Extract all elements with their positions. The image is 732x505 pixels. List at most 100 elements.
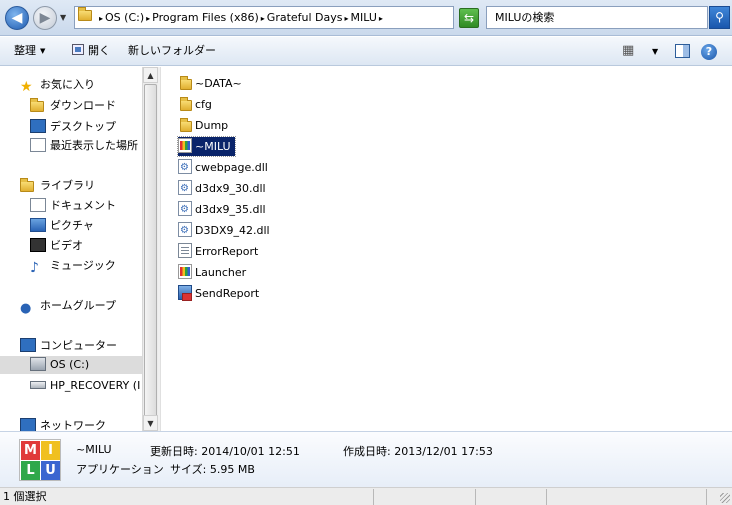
breadcrumb-separator-icon[interactable]: ▸: [99, 14, 103, 23]
nav-label: ダウンロード: [50, 99, 116, 112]
resize-grip[interactable]: [720, 493, 730, 503]
detail-type: アプリケーション: [76, 463, 164, 476]
address-bar: ◀ ▶ ▼ ▸ OS (C:) ▸ Program Files (x86) ▸ Grate…: [0, 0, 732, 36]
nav-scrollbar[interactable]: ▲ ▼: [142, 67, 158, 431]
nav-recent-places[interactable]: 最近表示した場所: [30, 137, 138, 155]
details-pane: MILU ~MILU アプリケーション 更新日時: 2014/10/01 12:…: [0, 431, 732, 487]
text-file-icon: [178, 243, 192, 258]
nav-music[interactable]: ♪ ミュージック: [30, 257, 116, 275]
preview-pane-icon[interactable]: [675, 44, 690, 58]
nav-label: HP_RECOVERY (I: [50, 379, 141, 392]
back-button[interactable]: ◀: [5, 6, 29, 30]
file-item[interactable]: ErrorReport: [178, 242, 258, 261]
help-icon[interactable]: ?: [701, 44, 717, 60]
size-label: サイズ:: [170, 463, 207, 476]
detail-modified: 更新日時: 2014/10/01 12:51: [150, 443, 300, 459]
scroll-thumb[interactable]: [144, 84, 157, 422]
file-item[interactable]: cwebpage.dll: [178, 158, 268, 177]
pictures-icon: [30, 218, 46, 232]
refresh-button[interactable]: ⇆: [459, 8, 479, 28]
nav-downloads[interactable]: ダウンロード: [30, 97, 116, 115]
new-folder-button[interactable]: 新しいフォルダー: [128, 37, 216, 65]
nav-label: ビデオ: [50, 239, 83, 252]
nav-label: ホームグループ: [40, 299, 117, 312]
nav-recovery-drive[interactable]: HP_RECOVERY (I: [30, 377, 140, 395]
music-note-icon: ♪: [30, 260, 39, 276]
search-input[interactable]: MILUの検索: [486, 6, 708, 29]
nav-desktop[interactable]: デスクトップ: [30, 118, 116, 136]
file-name: ~DATA~: [195, 77, 242, 90]
nav-network[interactable]: ネットワーク: [20, 417, 106, 431]
file-item[interactable]: d3dx9_35.dll: [178, 200, 266, 219]
file-name: SendReport: [195, 287, 260, 300]
breadcrumb-item[interactable]: MILU: [351, 11, 377, 24]
detail-name: ~MILU: [76, 443, 112, 456]
breadcrumb-items: ▸ OS (C:) ▸ Program Files (x86) ▸ Grateful Da…: [99, 7, 385, 28]
file-item[interactable]: D3DX9_42.dll: [178, 221, 270, 240]
nav-computer[interactable]: コンピューター: [20, 337, 117, 355]
star-icon: ★: [20, 79, 33, 95]
search-icon: ⚲: [715, 10, 724, 24]
nav-label: お気に入り: [40, 78, 95, 91]
chevron-down-icon: ▼: [40, 47, 46, 55]
scroll-up-button[interactable]: ▲: [143, 67, 158, 83]
nav-libraries[interactable]: ライブラリ: [20, 177, 95, 195]
open-button[interactable]: 開く: [72, 37, 110, 65]
breadcrumb-item[interactable]: OS (C:): [105, 11, 144, 24]
folder-icon: [180, 118, 192, 132]
file-item[interactable]: ~DATA~: [178, 74, 242, 93]
file-item[interactable]: Dump: [178, 116, 228, 135]
breadcrumb-item[interactable]: Grateful Days: [267, 11, 343, 24]
milu-app-icon: [178, 138, 192, 153]
status-divider: [546, 489, 547, 505]
icon-letter: M: [21, 441, 40, 460]
file-name: cwebpage.dll: [195, 161, 268, 174]
forward-button[interactable]: ▶: [33, 6, 57, 30]
file-item[interactable]: cfg: [178, 95, 212, 114]
network-icon: [20, 418, 36, 431]
views-button[interactable]: ▦: [622, 43, 636, 59]
organize-button[interactable]: 整理 ▼: [14, 37, 45, 65]
chevron-down-icon: ▼: [652, 47, 659, 56]
open-icon: [72, 44, 84, 55]
homegroup-icon: ●: [20, 301, 32, 316]
views-dropdown[interactable]: ▼: [652, 47, 658, 63]
file-item[interactable]: SendReport: [178, 284, 259, 303]
folder-icon: [180, 76, 192, 90]
nav-homegroup[interactable]: ● ホームグループ: [20, 297, 117, 316]
nav-videos[interactable]: ビデオ: [30, 237, 83, 255]
recent-pages-dropdown[interactable]: ▼: [60, 13, 66, 22]
status-divider: [475, 489, 476, 505]
breadcrumb[interactable]: ▸ OS (C:) ▸ Program Files (x86) ▸ Grateful Da…: [74, 6, 454, 29]
nav-pictures[interactable]: ピクチャ: [30, 217, 94, 235]
file-item[interactable]: ~MILU: [177, 136, 236, 157]
breadcrumb-item[interactable]: Program Files (x86): [152, 11, 259, 24]
app-large-icon: MILU: [19, 439, 61, 481]
pane-splitter[interactable]: [158, 67, 161, 431]
breadcrumb-separator-icon[interactable]: ▸: [345, 14, 349, 23]
breadcrumb-separator-icon[interactable]: ▸: [146, 14, 150, 23]
breadcrumb-separator-icon[interactable]: ▸: [379, 14, 383, 23]
breadcrumb-separator-icon[interactable]: ▸: [261, 14, 265, 23]
nav-favorites[interactable]: ★ お気に入り: [20, 76, 95, 94]
scroll-down-button[interactable]: ▼: [143, 415, 158, 431]
file-item[interactable]: Launcher: [178, 263, 246, 282]
icon-letter: L: [21, 461, 40, 480]
nav-drive-c[interactable]: OS (C:): [0, 356, 142, 374]
detail-size: サイズ: 5.95 MB: [170, 461, 255, 477]
modified-value: 2014/10/01 12:51: [201, 445, 300, 458]
folder-icon: [180, 97, 192, 111]
status-text: 1 個選択: [3, 490, 47, 503]
file-item[interactable]: d3dx9_30.dll: [178, 179, 266, 198]
created-value: 2013/12/01 17:53: [394, 445, 493, 458]
created-label: 作成日時:: [343, 445, 391, 458]
nav-documents[interactable]: ドキュメント: [30, 197, 116, 215]
size-value: 5.95 MB: [209, 463, 255, 476]
nav-label: ネットワーク: [40, 419, 106, 431]
documents-icon: [30, 198, 46, 212]
search-button[interactable]: ⚲: [709, 6, 730, 29]
status-divider: [706, 489, 707, 505]
nav-label: デスクトップ: [50, 120, 116, 133]
arrow-down-icon: ▼: [147, 419, 154, 428]
recent-places-icon: [30, 138, 46, 152]
